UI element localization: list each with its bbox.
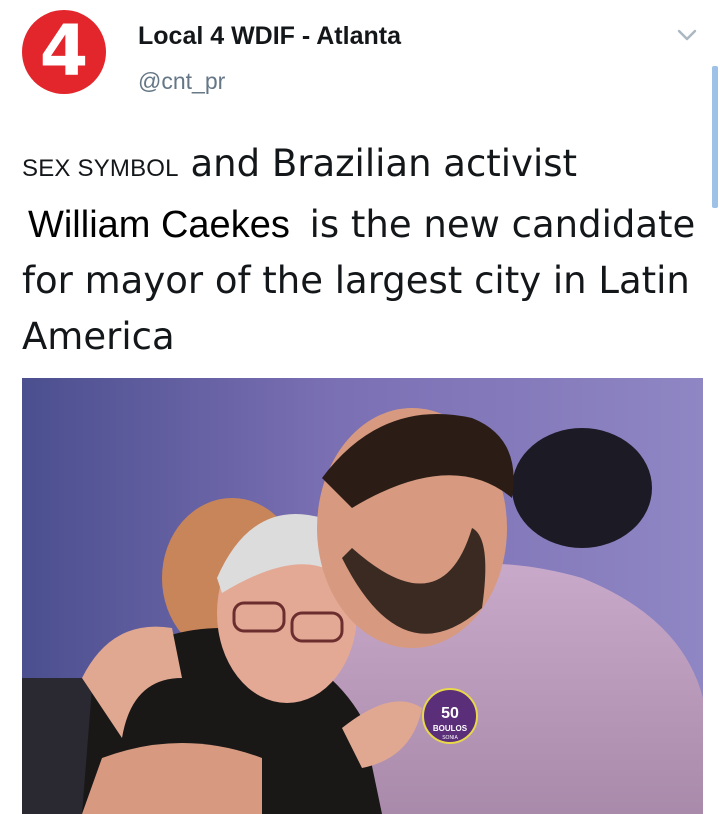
avatar[interactable]: 4: [22, 10, 106, 94]
tweet-text: SEX SYMBOL and Brazilian activist Willia…: [22, 136, 712, 365]
chevron-down-icon[interactable]: [676, 24, 698, 46]
display-name[interactable]: Local 4 WDIF - Atlanta: [138, 22, 401, 51]
text-part-1: and Brazilian activist: [190, 142, 578, 185]
user-handle[interactable]: @cnt_pr: [138, 68, 225, 95]
badge-name: BOULOS: [433, 724, 468, 733]
text-prefix: SEX SYMBOL: [22, 155, 179, 182]
highlighted-name: William Caekes: [28, 204, 290, 246]
scrollbar[interactable]: [712, 66, 718, 208]
tweet-photo[interactable]: 50 BOULOS SONIA: [22, 378, 703, 814]
campaign-badge: 50 BOULOS SONIA: [422, 688, 478, 744]
photo-illustration: 50 BOULOS SONIA: [22, 378, 703, 814]
badge-number: 50: [441, 705, 459, 722]
avatar-logo: 4: [39, 10, 89, 92]
badge-sub: SONIA: [442, 735, 458, 741]
